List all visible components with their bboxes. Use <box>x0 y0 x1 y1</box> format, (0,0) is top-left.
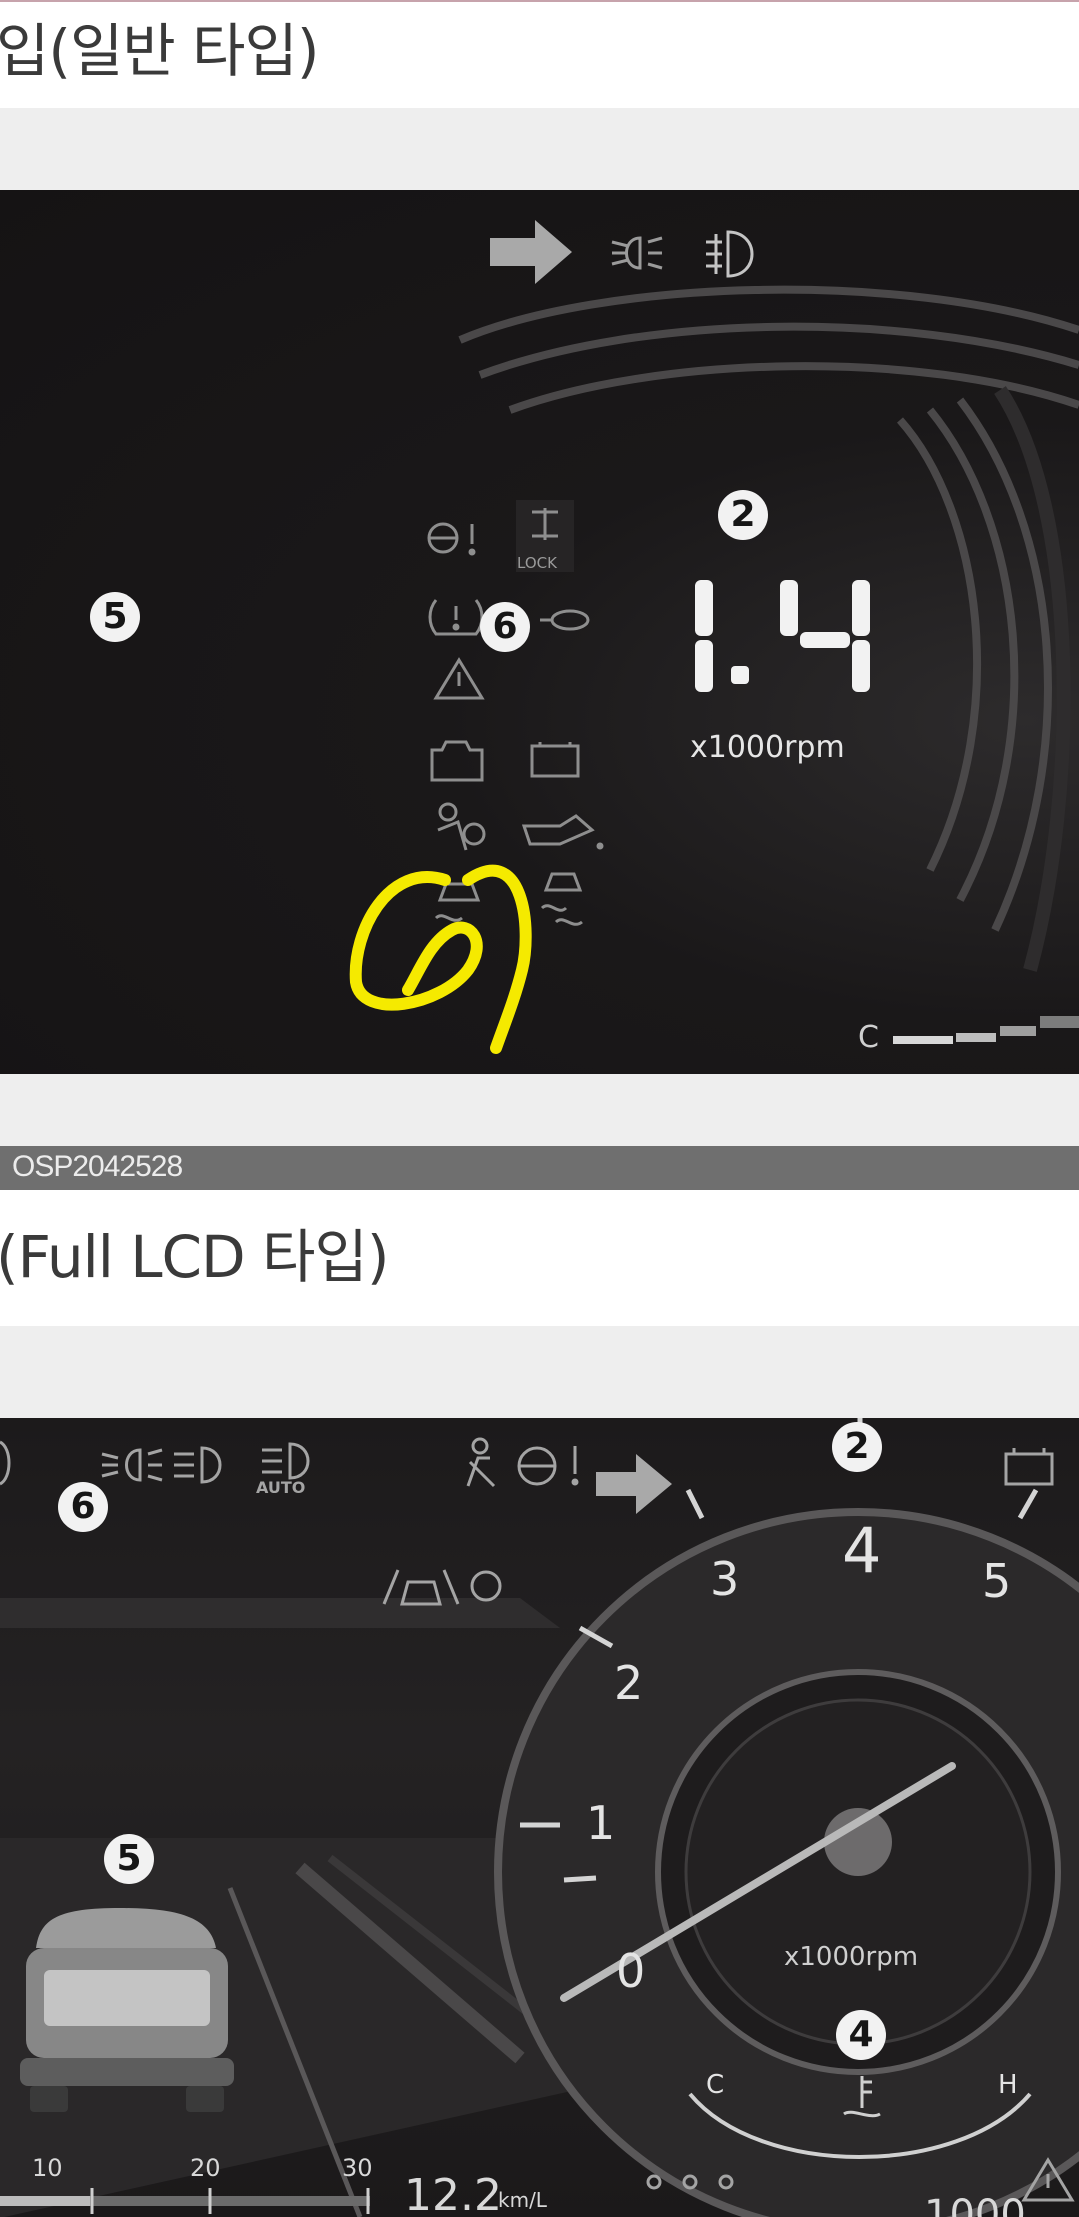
top-rule <box>0 0 1079 2</box>
battery-icon <box>1004 1448 1054 1486</box>
gauge-number-4: 4 <box>842 1514 882 1587</box>
esc-off-icon <box>540 872 583 926</box>
oil-pressure-icon <box>521 814 604 850</box>
lcd-cluster-graphic <box>0 1418 1079 2217</box>
auto-label: AUTO <box>256 1478 306 1497</box>
figure-caption-bar: OSP2042528 <box>0 1146 1079 1190</box>
cluster-image-standard: 5 2 6 LOCK x1000rpm C <box>0 190 1079 1074</box>
figure-code: OSP2042528 <box>12 1150 183 1183</box>
gray-band <box>0 1074 1079 1146</box>
gauge-number-0: 0 <box>616 1944 646 1998</box>
callout-5: 5 <box>90 592 140 642</box>
scale-label-10: 10 <box>32 2154 63 2182</box>
steering-warning-icon <box>517 1446 579 1486</box>
rear-fog-lamp-icon <box>706 230 754 278</box>
lock-label: LOCK <box>517 554 557 572</box>
engine-check-icon <box>430 740 484 782</box>
gray-band <box>0 108 1079 190</box>
callout-2: 2 <box>832 1422 882 1472</box>
digital-rpm-display <box>695 580 870 692</box>
turn-signal-right-icon <box>596 1454 672 1514</box>
callout-4: 4 <box>836 2010 886 2060</box>
temp-cold-label: C <box>706 2070 725 2100</box>
vehicle-rear-image <box>20 1908 234 2112</box>
scale-label-30: 30 <box>342 2154 373 2182</box>
section-heading-standard: 입(일반 타입) <box>0 17 319 85</box>
cluster-graphic <box>349 220 1079 1054</box>
scale-label-20: 20 <box>190 2154 221 2182</box>
temp-cold-label: C <box>858 1020 879 1055</box>
callout-2: 2 <box>718 490 768 540</box>
odometer-partial: 1000 <box>924 2192 1026 2217</box>
headlamp-high-icon <box>174 1446 222 1484</box>
gauge-number-2: 2 <box>614 1656 644 1710</box>
tire-pressure-icon <box>428 599 484 636</box>
headlamp-low-icon <box>101 1448 163 1482</box>
gauge-number-3: 3 <box>710 1552 740 1606</box>
temp-hot-label: H <box>998 2070 1018 2100</box>
callout-6: 6 <box>480 602 530 652</box>
section-heading-full-lcd: (Full LCD 타입) <box>0 1223 389 1291</box>
temp-bar <box>893 1016 1079 1044</box>
fuel-economy-value: 12.2 <box>404 2170 502 2217</box>
rpm-unit-label: x1000rpm <box>784 1942 919 1972</box>
seatbelt-icon <box>466 1437 496 1488</box>
callout-5: 5 <box>104 1834 154 1884</box>
gauge-number-5: 5 <box>982 1554 1012 1608</box>
cluster-image-full-lcd: 6 2 5 4 AUTO 0 1 2 3 4 5 x1000rpm C H 10… <box>0 1418 1079 2217</box>
airbag-icon <box>437 802 486 851</box>
callout-6: 6 <box>58 1482 108 1532</box>
turn-signal-right-icon <box>490 220 572 284</box>
steering-warning-icon <box>427 522 476 556</box>
car-key-icon <box>540 609 590 631</box>
fuel-economy-unit: km/L <box>498 2188 547 2212</box>
auto-headlamp-icon <box>262 1442 310 1480</box>
headlamp-low-icon <box>611 236 663 270</box>
gauge-number-1: 1 <box>586 1796 616 1850</box>
gray-band <box>0 1326 1079 1418</box>
tunnel-arcs <box>458 285 1079 932</box>
rpm-unit-label: x1000rpm <box>690 730 845 765</box>
battery-icon <box>530 742 580 778</box>
master-warning-icon <box>433 657 485 700</box>
